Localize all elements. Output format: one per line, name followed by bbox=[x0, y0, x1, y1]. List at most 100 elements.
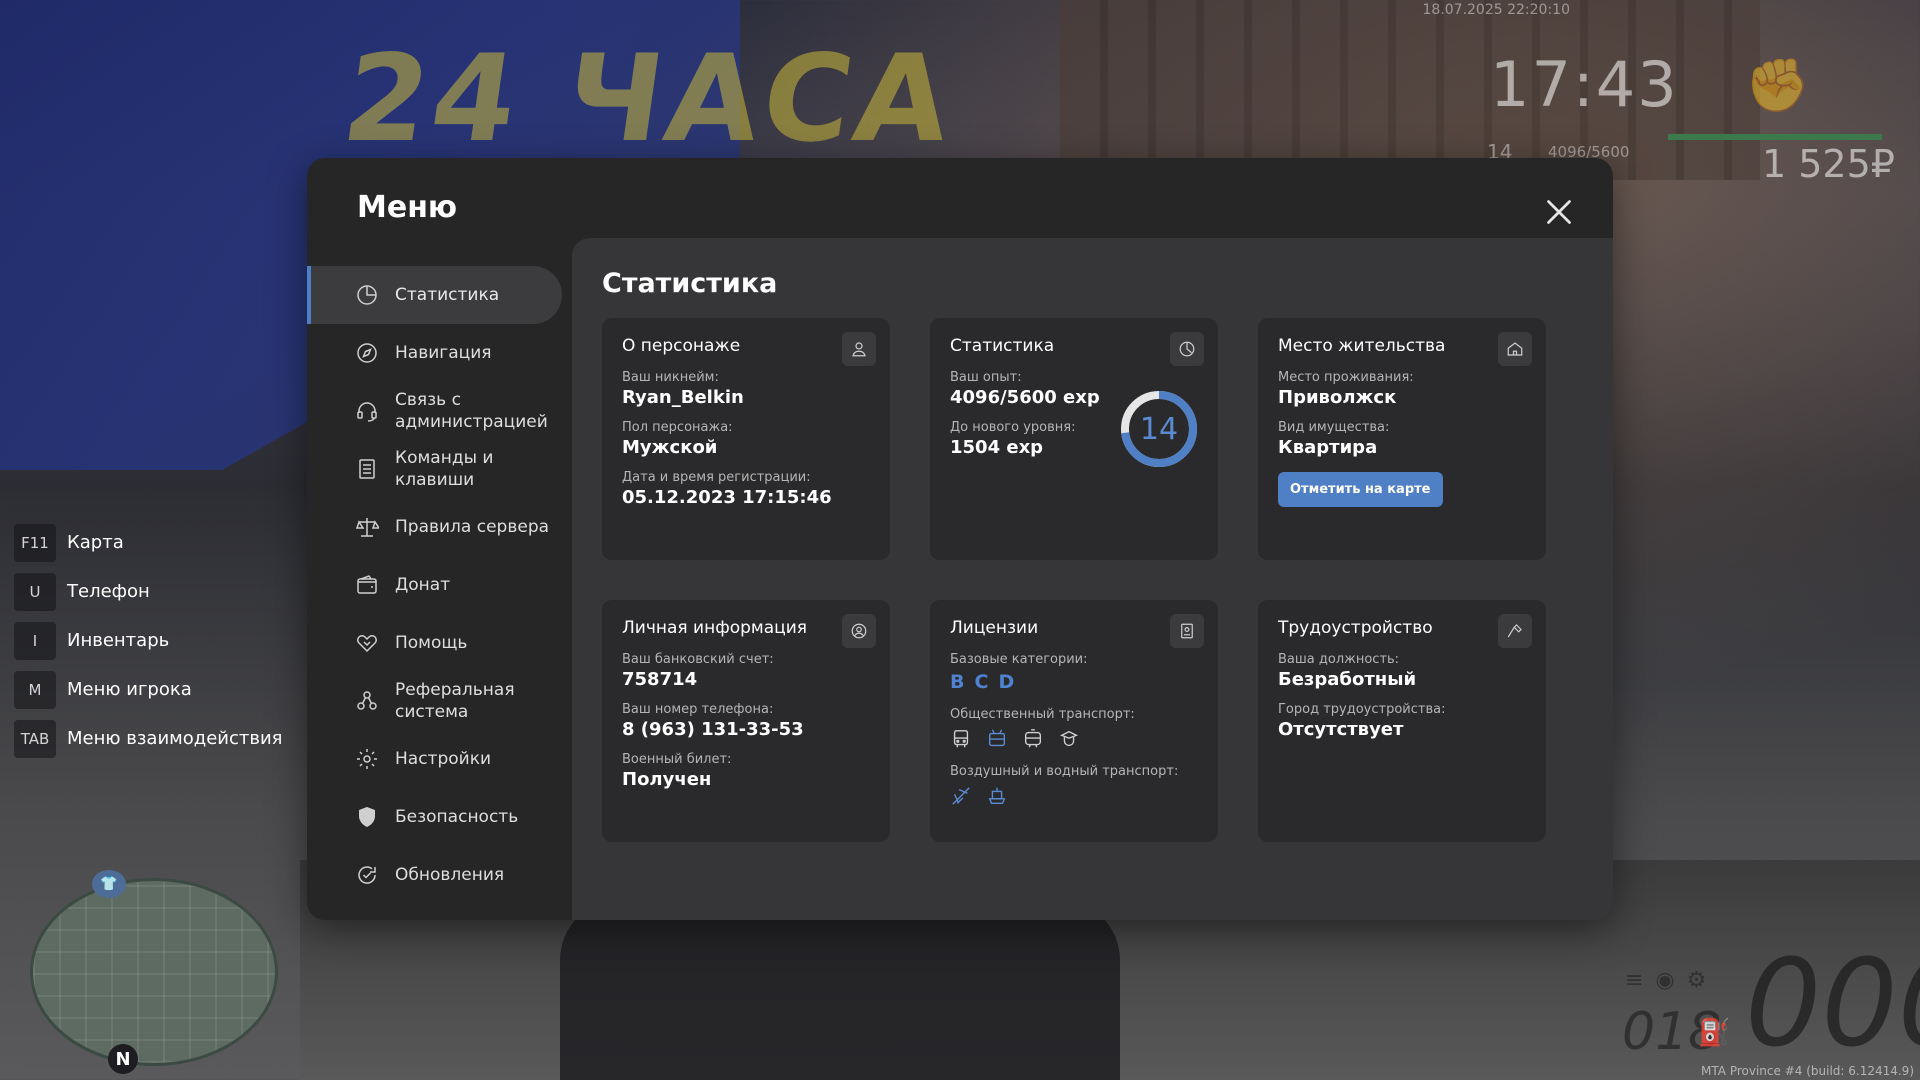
hotkey-label: Меню игрока bbox=[67, 679, 192, 700]
field-label: Место проживания: bbox=[1278, 370, 1414, 385]
nav-item-label: Безопасность bbox=[395, 807, 519, 827]
nav-item-label: Статистика bbox=[395, 285, 500, 305]
hud-speedometer: 000 bbox=[1745, 935, 1920, 1074]
nav-item-label: Настройки bbox=[395, 749, 492, 769]
license-category-d: D bbox=[998, 671, 1015, 693]
license-category-b: B bbox=[950, 671, 965, 693]
gender-value: Мужской bbox=[622, 437, 718, 458]
card-title: Личная информация bbox=[622, 618, 808, 638]
boat-icon bbox=[986, 785, 1008, 807]
referral-icon bbox=[355, 689, 379, 713]
handshake-icon bbox=[355, 631, 379, 655]
field-label: Ваша должность: bbox=[1278, 652, 1400, 667]
taxi-driver-icon bbox=[1058, 728, 1080, 750]
card-character: О персонаже Ваш никнейм: Ryan_Belkin Пол… bbox=[602, 318, 890, 560]
license-icon bbox=[1170, 614, 1204, 648]
nav-item-label: Связь с администрацией bbox=[395, 390, 548, 432]
hud-money: 1 525₽ bbox=[1762, 142, 1895, 186]
military-id-value: Получен bbox=[622, 769, 712, 790]
pie-chart-icon bbox=[1170, 332, 1204, 366]
trolleybus-icon bbox=[986, 728, 1008, 750]
hotkey-key: M bbox=[14, 670, 56, 709]
health-bar bbox=[1668, 134, 1882, 140]
hotkey-player-menu[interactable]: M Меню игрока bbox=[14, 665, 282, 714]
hud-datetime: 18.07.2025 22:20:10 bbox=[1422, 2, 1571, 18]
background-car bbox=[560, 900, 1120, 1080]
nav-item-label: Навигация bbox=[395, 343, 492, 363]
hotkey-phone[interactable]: U Телефон bbox=[14, 567, 282, 616]
hotkey-interaction-menu[interactable]: TAB Меню взаимодействия bbox=[14, 714, 282, 763]
nav-item-security[interactable]: Безопасность bbox=[307, 788, 562, 846]
field-label: Ваш номер телефона: bbox=[622, 702, 774, 717]
card-title: Статистика bbox=[950, 336, 1055, 356]
menu-title: Меню bbox=[357, 190, 458, 225]
nav-item-donate[interactable]: Донат bbox=[307, 556, 562, 614]
registration-date-value: 05.12.2023 17:15:46 bbox=[622, 487, 832, 508]
air-water-licenses bbox=[950, 785, 1198, 807]
nav-item-contact-admin[interactable]: Связь с администрацией bbox=[307, 382, 562, 440]
nav-item-label: Реферальная система bbox=[395, 680, 515, 722]
fuel-icon: ⛽ bbox=[1698, 1018, 1731, 1048]
house-icon bbox=[1498, 332, 1532, 366]
hud-clock: 17:43 bbox=[1490, 48, 1679, 121]
nav-item-settings[interactable]: Настройки bbox=[307, 730, 562, 788]
nav-item-navigation[interactable]: Навигация bbox=[307, 324, 562, 382]
field-label: Воздушный и водный транспорт: bbox=[950, 764, 1179, 779]
hotkey-map[interactable]: F11 Карта bbox=[14, 518, 282, 567]
close-icon bbox=[1547, 200, 1571, 224]
field-label: Дата и время регистрации: bbox=[622, 470, 811, 485]
statistics-panel: Статистика О персонаже Ваш никнейм: Ryan… bbox=[572, 238, 1613, 920]
field-label: Ваш никнейм: bbox=[622, 370, 719, 385]
gear-icon bbox=[355, 747, 379, 771]
field-label: Пол персонажа: bbox=[622, 420, 733, 435]
menu-modal: Меню Статистика Навигация Связь с админи… bbox=[307, 158, 1613, 920]
user-circle-icon bbox=[842, 614, 876, 648]
bank-account-value: 758714 bbox=[622, 669, 698, 690]
field-label: Общественный транспорт: bbox=[950, 707, 1135, 722]
field-label: Военный билет: bbox=[622, 752, 732, 767]
hotkey-label: Карта bbox=[67, 532, 124, 553]
nav-item-updates[interactable]: Обновления bbox=[307, 846, 562, 904]
hotkey-inventory[interactable]: I Инвентарь bbox=[14, 616, 282, 665]
hotkey-label: Меню взаимодействия bbox=[67, 728, 283, 749]
card-licenses: Лицензии Базовые категории: B C D Общест… bbox=[930, 600, 1218, 842]
job-position-value: Безработный bbox=[1278, 669, 1417, 690]
scales-icon bbox=[355, 515, 381, 539]
hotkey-label: Инвентарь bbox=[67, 630, 170, 651]
mark-on-map-button[interactable]: Отметить на карте bbox=[1278, 472, 1443, 507]
airplane-icon bbox=[950, 785, 972, 807]
job-city-value: Отсутствует bbox=[1278, 719, 1404, 740]
nav-item-help[interactable]: Помощь bbox=[307, 614, 562, 672]
vehicle-status-icons: ≡◉⚙ bbox=[1625, 968, 1719, 993]
minimap-north-marker: N bbox=[108, 1044, 138, 1074]
hotkey-label: Телефон bbox=[67, 581, 150, 602]
nav-item-commands[interactable]: Команды и клавиши bbox=[307, 440, 562, 498]
property-value: Квартира bbox=[1278, 437, 1378, 458]
card-statistics: Статистика Ваш опыт: 4096/5600 exp До но… bbox=[930, 318, 1218, 560]
phone-value: 8 (963) 131-33-53 bbox=[622, 719, 804, 740]
compass-icon bbox=[355, 341, 379, 365]
tram-icon bbox=[1022, 728, 1044, 750]
card-title: Лицензии bbox=[950, 618, 1039, 638]
card-personal-info: Личная информация Ваш банковский счет: 7… bbox=[602, 600, 890, 842]
nav-item-referral[interactable]: Реферальная система bbox=[307, 672, 562, 730]
license-categories: B C D bbox=[950, 671, 1198, 693]
residence-value: Приволжск bbox=[1278, 387, 1397, 408]
shirt-icon: 👕 bbox=[92, 870, 126, 898]
license-category-c: C bbox=[974, 671, 989, 693]
build-info: MTA Province #4 (build: 6.12414.9) bbox=[1701, 1064, 1914, 1078]
nav-item-statistics[interactable]: Статистика bbox=[307, 266, 562, 324]
nav-item-label: Помощь bbox=[395, 633, 468, 653]
shield-icon bbox=[355, 805, 379, 829]
hotkey-list: F11 Карта U Телефон I Инвентарь M Меню и… bbox=[14, 518, 282, 763]
nav-item-label: Обновления bbox=[395, 865, 505, 885]
card-residence: Место жительства Место проживания: Приво… bbox=[1258, 318, 1546, 560]
nav-item-label: Команды и клавиши bbox=[395, 448, 494, 490]
level-number: 14 bbox=[1139, 411, 1179, 447]
nav-item-server-rules[interactable]: Правила сервера bbox=[307, 498, 562, 556]
close-button[interactable] bbox=[1541, 194, 1577, 230]
hotkey-key: I bbox=[14, 621, 56, 660]
user-icon bbox=[842, 332, 876, 366]
headset-icon bbox=[355, 399, 379, 423]
minimap-grid bbox=[33, 881, 275, 1063]
